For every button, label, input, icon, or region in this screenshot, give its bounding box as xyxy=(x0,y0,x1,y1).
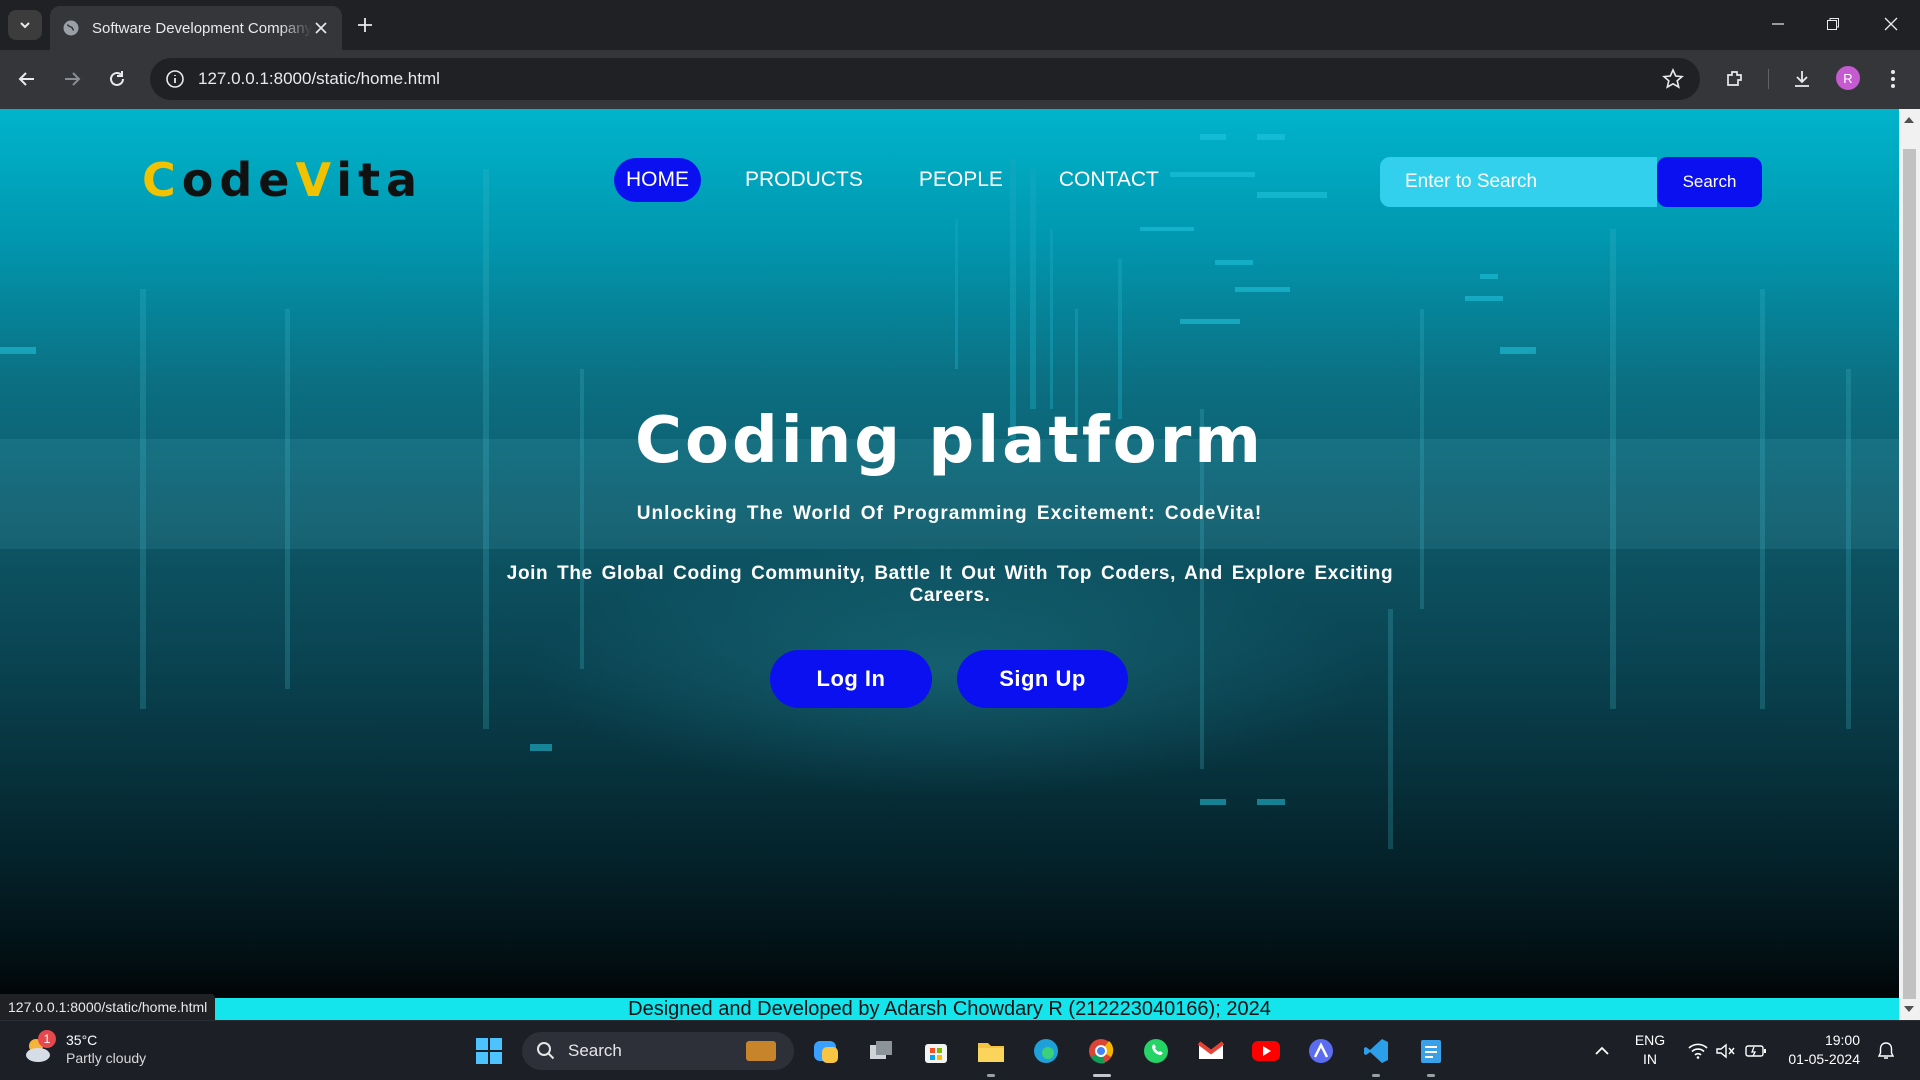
search-button[interactable]: Search xyxy=(1657,157,1762,207)
reload-button[interactable] xyxy=(102,64,132,94)
close-window-button[interactable] xyxy=(1871,8,1911,40)
logo-letter-v: V xyxy=(295,153,337,207)
page-scrollbar[interactable] xyxy=(1899,109,1920,1020)
nav-home[interactable]: HOME xyxy=(614,158,701,202)
running-indicator xyxy=(1427,1074,1435,1077)
close-icon xyxy=(1884,17,1898,31)
toolbar-divider xyxy=(1768,69,1769,89)
clock[interactable]: 19:00 01-05-2024 xyxy=(1780,1031,1860,1069)
globe-icon xyxy=(63,20,79,36)
copilot-app-icon[interactable] xyxy=(810,1035,842,1067)
scrollbar-thumb[interactable] xyxy=(1903,149,1916,999)
downloads-button[interactable] xyxy=(1787,64,1817,94)
arrow-left-icon xyxy=(18,72,34,86)
notification-bell-icon[interactable] xyxy=(1870,1035,1902,1067)
puzzle-icon xyxy=(1727,71,1742,86)
back-button[interactable] xyxy=(12,64,42,94)
vscode-icon[interactable] xyxy=(1360,1035,1392,1067)
signup-button[interactable]: Sign Up xyxy=(957,650,1128,708)
whatsapp-icon[interactable] xyxy=(1140,1035,1172,1067)
weather-temp: 35°C xyxy=(66,1032,98,1048)
windows-taskbar: 1 35°C Partly cloudy Search ENG IN 19:00… xyxy=(0,1020,1920,1080)
download-icon xyxy=(1795,71,1809,87)
search-input[interactable] xyxy=(1380,157,1657,207)
browser-tab[interactable]: Software Development Company xyxy=(50,6,342,50)
taskbar-search[interactable]: Search xyxy=(522,1032,794,1070)
search-icon xyxy=(537,1042,555,1060)
chevron-down-icon xyxy=(20,22,30,29)
logo-text-ode: ode xyxy=(181,153,296,207)
notepad-icon[interactable] xyxy=(1415,1035,1447,1067)
tab-search-button[interactable] xyxy=(8,10,42,40)
hero-title: Coding platform xyxy=(635,404,1264,478)
clock-time: 19:00 xyxy=(1824,1032,1860,1048)
start-button[interactable] xyxy=(473,1035,505,1067)
main-nav: HOME PRODUCTS PEOPLE CONTACT xyxy=(614,158,1203,202)
link-status-bubble: 127.0.0.1:8000/static/home.html xyxy=(0,994,216,1020)
bookmark-star-icon[interactable] xyxy=(1662,68,1684,95)
language-code: ENG xyxy=(1634,1032,1666,1048)
new-tab-button[interactable] xyxy=(352,12,378,38)
notification-badge: 1 xyxy=(38,1030,56,1048)
url-text: 127.0.0.1:8000/static/home.html xyxy=(198,69,440,88)
running-indicator-active xyxy=(1093,1074,1111,1077)
file-explorer-icon[interactable] xyxy=(975,1035,1007,1067)
site-info-icon[interactable] xyxy=(164,68,186,90)
edge-browser-icon[interactable] xyxy=(1030,1035,1062,1067)
address-bar[interactable]: 127.0.0.1:8000/static/home.html xyxy=(150,58,1700,100)
close-tab-icon[interactable] xyxy=(312,19,330,37)
page-footer: Designed and Developed by Adarsh Chowdar… xyxy=(0,998,1899,1020)
profile-avatar[interactable]: R xyxy=(1836,66,1860,90)
show-hidden-icons-chevron-icon[interactable] xyxy=(1586,1035,1618,1067)
tab-title: Software Development Company xyxy=(92,19,312,37)
taskbar-search-label: Search xyxy=(568,1041,622,1060)
page-viewport: CodeVita HOME PRODUCTS PEOPLE CONTACT Se… xyxy=(0,109,1899,1020)
running-indicator xyxy=(987,1074,995,1077)
nav-contact[interactable]: CONTACT xyxy=(1047,158,1171,202)
weather-condition: Partly cloudy xyxy=(66,1050,147,1066)
login-button[interactable]: Log In xyxy=(770,650,932,708)
nav-products[interactable]: PRODUCTS xyxy=(733,158,875,202)
extensions-button[interactable] xyxy=(1720,64,1750,94)
scroll-up-arrow-icon[interactable] xyxy=(1904,117,1914,123)
task-view-icon[interactable] xyxy=(865,1035,897,1067)
weather-widget[interactable]: 1 35°C Partly cloudy xyxy=(22,1030,147,1067)
windows-logo-icon xyxy=(476,1038,502,1064)
scroll-down-arrow-icon[interactable] xyxy=(1904,1006,1914,1012)
region-code: IN xyxy=(1643,1051,1657,1067)
running-indicator xyxy=(1372,1074,1380,1077)
restore-button[interactable] xyxy=(1813,8,1853,40)
arc-app-icon[interactable] xyxy=(1305,1035,1337,1067)
forward-button[interactable] xyxy=(57,64,87,94)
gmail-icon[interactable] xyxy=(1195,1035,1227,1067)
minimize-button[interactable] xyxy=(1758,8,1798,40)
arrow-right-icon xyxy=(65,72,81,86)
logo-letter-c: C xyxy=(142,153,182,207)
restore-icon xyxy=(1827,18,1839,30)
volume-muted-icon[interactable] xyxy=(1710,1035,1742,1067)
briefcase-icon xyxy=(746,1041,776,1061)
search-form: Search xyxy=(1380,157,1762,207)
reload-icon xyxy=(110,71,124,86)
store-app-icon[interactable] xyxy=(920,1035,952,1067)
nav-people[interactable]: PEOPLE xyxy=(907,158,1015,202)
site-logo[interactable]: CodeVita xyxy=(142,153,423,207)
battery-icon[interactable] xyxy=(1740,1035,1772,1067)
clock-date: 01-05-2024 xyxy=(1788,1051,1860,1067)
menu-button[interactable] xyxy=(1878,64,1908,94)
kebab-menu-icon xyxy=(1891,70,1895,88)
hero-description: Join The Global Coding Community, Battle… xyxy=(506,563,1394,606)
tab-strip: Software Development Company xyxy=(0,0,1920,50)
minimize-icon xyxy=(1772,23,1784,25)
logo-text-ita: ita xyxy=(336,153,424,207)
youtube-icon[interactable] xyxy=(1250,1035,1282,1067)
hero-subtitle: Unlocking The World Of Programming Excit… xyxy=(636,503,1263,524)
language-indicator[interactable]: ENG IN xyxy=(1630,1031,1670,1069)
chrome-browser-icon[interactable] xyxy=(1085,1035,1117,1067)
browser-toolbar: 127.0.0.1:8000/static/home.html xyxy=(0,50,1920,109)
plus-icon xyxy=(358,18,372,32)
partly-cloudy-icon: 1 xyxy=(22,1030,56,1064)
